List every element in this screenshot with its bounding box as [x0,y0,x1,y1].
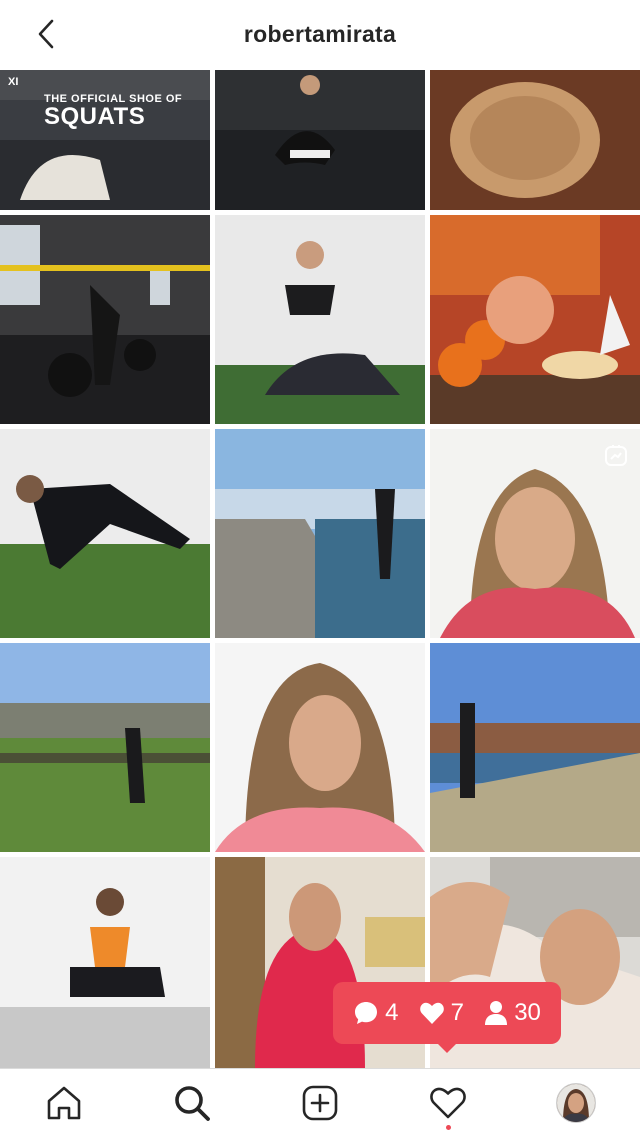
post-thumbnail[interactable] [430,429,640,638]
tab-new-post[interactable] [298,1081,342,1125]
post-thumbnail[interactable] [215,70,425,210]
chevron-left-icon [38,19,54,49]
comments-count: 4 [385,999,399,1026]
plus-square-icon [302,1085,338,1121]
post-thumbnail[interactable] [0,857,210,1068]
comment-icon [355,1002,378,1024]
activity-notification[interactable]: 4 7 30 [333,982,561,1053]
post-thumbnail[interactable] [430,643,640,852]
likes-count-group: 7 [419,999,464,1027]
heart-icon [419,1002,444,1024]
follows-count: 30 [514,999,541,1026]
bottom-tab-bar [0,1068,640,1139]
tab-search[interactable] [170,1081,214,1125]
home-icon [47,1086,81,1120]
back-button[interactable] [26,14,66,54]
comments-count-group: 4 [353,999,398,1027]
tab-home[interactable] [42,1081,86,1125]
tab-activity[interactable] [426,1081,470,1130]
post-thumbnail[interactable] [215,215,425,424]
profile-username: robertamirata [243,20,397,47]
tab-profile[interactable] [554,1081,598,1125]
person-icon [485,1001,508,1025]
brand-mark: XI [8,76,19,88]
post-thumbnail[interactable] [430,215,640,424]
posts-grid: XI THE OFFICIAL SHOE OF SQUATS [0,70,640,1068]
activity-indicator-dot [446,1125,451,1130]
follows-count-group: 30 [484,999,541,1027]
post-thumbnail[interactable] [215,429,425,638]
ad-overlay-text: THE OFFICIAL SHOE OF SQUATS [44,93,183,130]
post-thumbnail[interactable] [430,70,640,210]
reel-icon [605,445,627,466]
avatar [556,1083,596,1123]
likes-count: 7 [450,999,464,1026]
post-thumbnail[interactable]: XI THE OFFICIAL SHOE OF SQUATS [0,70,210,210]
post-thumbnail[interactable] [0,643,210,852]
heart-outline-icon [430,1087,466,1119]
post-thumbnail[interactable] [215,643,425,852]
top-bar: robertamirata [0,0,640,68]
post-thumbnail[interactable] [0,215,210,424]
search-icon [175,1086,210,1121]
post-thumbnail[interactable] [0,429,210,638]
